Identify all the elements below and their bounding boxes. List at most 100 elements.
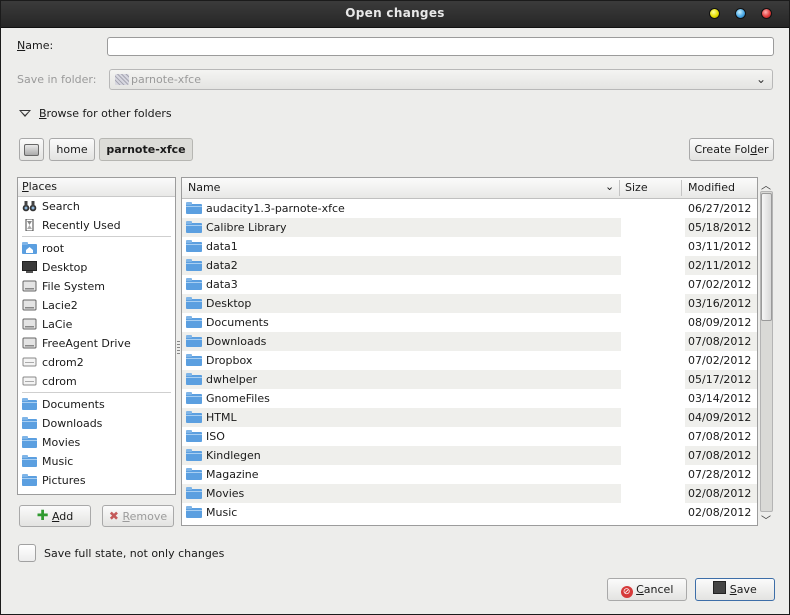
place-root[interactable]: root [18,239,175,258]
folder-icon [186,278,202,290]
place-downloads[interactable]: Downloads [18,414,175,433]
place-documents[interactable]: Documents [18,395,175,414]
cancel-button[interactable]: ⊘ Cancel [607,578,687,601]
pane-resize-handle[interactable] [177,341,180,355]
place-lacie[interactable]: LaCie [18,315,175,334]
file-row[interactable]: data3 07/02/2012 [182,275,757,294]
desktop-icon [22,261,37,273]
place-label: Recently Used [42,219,121,232]
file-row[interactable]: Calibre Library 05/18/2012 [182,218,757,237]
file-row[interactable]: data1 03/11/2012 [182,237,757,256]
file-modified: 02/08/2012 [688,487,752,500]
place-music[interactable]: Music [18,452,175,471]
plus-icon: ✚ [36,508,49,524]
file-row[interactable]: Downloads 07/08/2012 [182,332,757,351]
file-name: HTML [206,411,237,424]
file-row[interactable]: GnomeFiles 03/14/2012 [182,389,757,408]
remove-icon: ✖ [108,509,119,523]
save-button[interactable]: Save [695,578,775,601]
file-row[interactable]: Music 02/08/2012 [182,503,757,522]
drive-icon [22,337,37,349]
file-name: dwhelper [206,373,258,386]
places-header[interactable]: Places [18,178,175,197]
place-label: LaCie [42,318,73,331]
file-row[interactable]: Documents 08/09/2012 [182,313,757,332]
file-size [621,351,685,370]
scrollbar-thumb[interactable] [761,193,772,321]
file-name: Desktop [206,297,252,310]
minimize-button[interactable] [709,8,720,19]
name-field[interactable] [107,37,774,56]
file-row[interactable]: Movies 02/08/2012 [182,484,757,503]
column-size-header[interactable]: Size [625,181,648,194]
browse-folders-label: Browse for other folders [39,107,172,120]
add-place-button[interactable]: ✚ Add [19,505,91,527]
file-modified: 04/09/2012 [688,411,752,424]
file-modified: 02/11/2012 [688,259,752,272]
place-search[interactable]: Search [18,197,175,216]
optical-drive-icon [22,376,37,386]
file-name: ISO [206,430,225,443]
column-name-header[interactable]: Name [188,181,220,194]
file-name: audacity1.3-parnote-xfce [206,202,345,215]
remove-place-button[interactable]: ✖ Remove [102,505,174,527]
create-folder-button[interactable]: Create Folder [689,138,774,161]
place-recently-used[interactable]: Recently Used [18,216,175,235]
optical-drive-icon [22,357,37,367]
column-divider [619,180,620,196]
file-row[interactable]: data2 02/11/2012 [182,256,757,275]
column-modified-header[interactable]: Modified [688,181,735,194]
save-in-folder-combo[interactable]: parnote-xfce ⌄ [109,69,773,90]
file-row[interactable]: Dropbox 07/02/2012 [182,351,757,370]
place-pictures[interactable]: Pictures [18,471,175,490]
close-button[interactable] [761,8,772,19]
path-segment-home[interactable]: home [49,138,95,161]
file-row[interactable]: Kindlegen 07/08/2012 [182,446,757,465]
scroll-down-arrow-icon[interactable]: ﹀ [761,512,771,527]
file-name: Kindlegen [206,449,261,462]
place-label: Music [42,455,74,468]
file-row[interactable]: dwhelper 05/17/2012 [182,370,757,389]
path-segment-current[interactable]: parnote-xfce [99,138,193,161]
file-size [621,332,685,351]
file-dialog: Open changes Name: Save in folder: parno… [0,0,790,615]
file-name: data3 [206,278,238,291]
file-size [621,370,685,389]
file-row[interactable]: ISO 07/08/2012 [182,427,757,446]
place-cdrom[interactable]: cdrom [18,372,175,391]
scroll-up-arrow-icon[interactable]: ︿ [761,177,771,192]
file-list-scrollbar[interactable]: ︿ ﹀ [758,177,775,527]
save-full-state-checkbox[interactable] [18,544,36,562]
folder-icon [22,455,37,467]
place-freeagent-drive[interactable]: FreeAgent Drive [18,334,175,353]
folder-icon [186,221,202,233]
drive-icon [22,299,37,311]
folder-icon [186,373,202,385]
expander-triangle-icon [19,110,31,117]
place-lacie2[interactable]: Lacie2 [18,296,175,315]
place-label: Movies [42,436,81,449]
folder-icon [186,468,202,480]
place-label: FreeAgent Drive [42,337,131,350]
file-name: data2 [206,259,238,272]
place-desktop[interactable]: Desktop [18,258,175,277]
path-root-button[interactable] [19,138,44,161]
place-movies[interactable]: Movies [18,433,175,452]
place-cdrom2[interactable]: cdrom2 [18,353,175,372]
file-row[interactable]: HTML 04/09/2012 [182,408,757,427]
file-row[interactable]: audacity1.3-parnote-xfce 06/27/2012 [182,199,757,218]
maximize-button[interactable] [735,8,746,19]
file-row[interactable]: Magazine 07/28/2012 [182,465,757,484]
title-bar[interactable]: Open changes [1,1,789,28]
cancel-icon: ⊘ [620,586,633,598]
file-name: Calibre Library [206,221,287,234]
file-name: Documents [206,316,269,329]
file-name: Downloads [206,335,267,348]
file-row[interactable]: Desktop 03/16/2012 [182,294,757,313]
folder-icon [186,487,202,499]
place-file-system[interactable]: File System [18,277,175,296]
file-modified: 03/11/2012 [688,240,752,253]
drive-icon [22,280,37,292]
file-name: Magazine [206,468,259,481]
folder-icon [186,259,202,271]
